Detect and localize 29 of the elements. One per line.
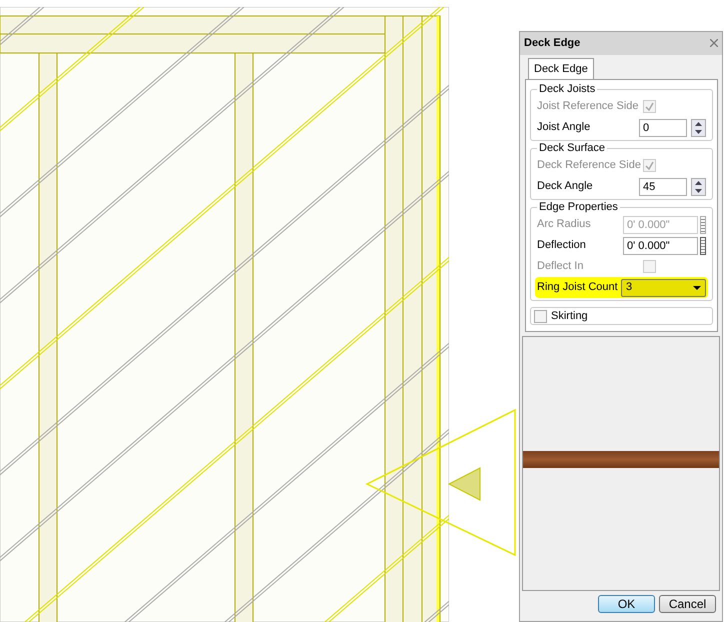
field-label: Deflect In xyxy=(537,259,584,274)
group-title: Deck Surface xyxy=(537,142,608,154)
direction-triangle-icon xyxy=(365,408,516,556)
slider-grip-icon[interactable] xyxy=(700,216,706,234)
field-label: Ring Joist Count xyxy=(537,280,618,296)
close-icon[interactable] xyxy=(710,39,718,48)
field-label: Joist Reference Side xyxy=(537,99,638,114)
dialog-button[interactable]: OK xyxy=(598,595,655,613)
number-field[interactable]: 0 xyxy=(639,118,687,136)
number-field[interactable]: 45 xyxy=(639,178,687,196)
field-label: Deflection xyxy=(537,238,586,254)
slider-grip-icon[interactable] xyxy=(700,236,706,254)
dialog-button[interactable]: Cancel xyxy=(659,595,716,613)
group-title: Edge Properties xyxy=(537,201,620,213)
spinner-arrows-icon[interactable] xyxy=(691,178,706,196)
spinner-arrows-icon[interactable] xyxy=(691,118,706,136)
checkbox[interactable] xyxy=(534,310,547,322)
tab[interactable]: Deck Edge xyxy=(528,58,594,79)
field-label: Deck Angle xyxy=(537,179,593,194)
dropdown[interactable]: 3 xyxy=(621,278,706,296)
window-title: Deck Edge xyxy=(524,36,580,51)
dimension-field[interactable]: 0' 0.000" xyxy=(623,236,698,254)
field-label: Arc Radius xyxy=(537,217,591,232)
field-label: Deck Reference Side xyxy=(537,158,641,174)
group-title: Deck Joists xyxy=(537,83,598,95)
checkbox-label: Skirting xyxy=(551,308,588,324)
caret-icon[interactable] xyxy=(693,286,701,290)
field-label: Joist Angle xyxy=(537,120,590,136)
direction-arrow-icon[interactable] xyxy=(448,467,480,501)
